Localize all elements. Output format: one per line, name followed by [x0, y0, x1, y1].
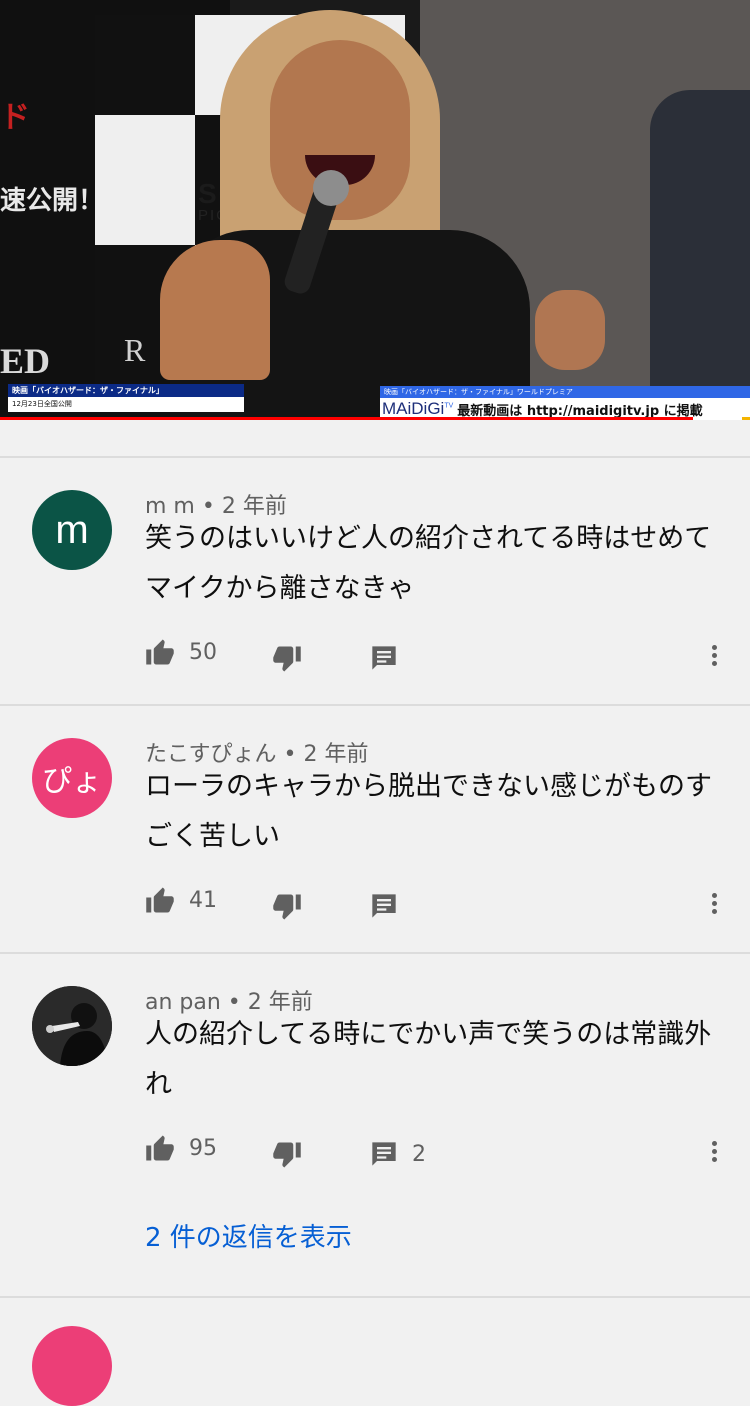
backdrop-logo-fragment: R [124, 332, 146, 368]
caption-left-title: 映画「バイオハザード：ザ・ファイナル」 [8, 384, 244, 397]
comment-text: 笑うのはいいけど人の紹介されてる時はせめてマイクから離さなきゃ [145, 523, 712, 604]
reply-button[interactable]: 2 [370, 1140, 426, 1168]
divider [0, 1296, 750, 1298]
microphone-head [313, 170, 349, 206]
maidigi-logo: MAiDiGiTV [382, 399, 454, 418]
show-replies-link[interactable]: 2 件の返信を表示 [145, 1217, 352, 1254]
divider [0, 456, 750, 458]
avatar[interactable] [32, 986, 112, 1066]
comment-icon [372, 1142, 396, 1166]
like-button[interactable]: 50 [145, 638, 217, 666]
caption-right-title: 映画「バイオハザード：ザ・ファイナル」ワールドプレミア [380, 386, 750, 398]
reply-count: 2 [412, 1141, 426, 1167]
like-button[interactable]: 95 [145, 1134, 217, 1162]
thumbs-up-icon [146, 887, 174, 913]
avatar[interactable]: ぴょ [32, 738, 112, 818]
avatar[interactable]: m [32, 490, 112, 570]
avatar-photo [32, 986, 112, 1066]
dislike-button[interactable] [272, 645, 302, 673]
video-player[interactable]: ド 速公開！ ED R SO PICT 映画「バイオハザード：ザ・ファイナル」 … [0, 0, 750, 420]
video-progress-marker [742, 417, 750, 420]
divider [0, 952, 750, 954]
avatar[interactable] [32, 1326, 112, 1406]
like-count: 95 [189, 1135, 217, 1161]
poster-title-fragment: ド [0, 101, 30, 134]
person-hand [535, 290, 605, 370]
thumbs-down-icon [273, 894, 301, 920]
thumbs-down-icon [273, 646, 301, 672]
video-progress-bar[interactable] [0, 417, 693, 420]
more-vert-icon[interactable] [704, 635, 724, 675]
comment-icon [372, 646, 396, 670]
comment-text: 人の紹介してる時にでかい声で笑うのは常識外れ [145, 1019, 712, 1100]
more-vert-icon[interactable] [704, 883, 724, 923]
thumbs-up-icon [146, 1135, 174, 1161]
more-vert-icon[interactable] [704, 1131, 724, 1171]
reply-button[interactable] [370, 644, 398, 672]
thumbs-up-icon [146, 639, 174, 665]
like-button[interactable]: 41 [145, 886, 217, 914]
caption-left-date: 12月23日全国公開 [12, 400, 72, 408]
reply-button[interactable] [370, 892, 398, 920]
poster-release-text: 速公開！ [0, 186, 105, 216]
poster-logo-fragment: ED [0, 341, 51, 381]
dislike-button[interactable] [272, 893, 302, 921]
divider [0, 704, 750, 706]
video-caption-right: 映画「バイオハザード：ザ・ファイナル」ワールドプレミア MAiDiGiTV 最新… [380, 386, 750, 420]
caption-right-message: 最新動画は http://maidigitv.jp に掲載 [457, 403, 703, 419]
video-caption-left: 映画「バイオハザード：ザ・ファイナル」 12月23日全国公開 [8, 384, 244, 412]
thumbs-down-icon [273, 1142, 301, 1168]
comment-icon [372, 894, 396, 918]
comment-text: ローラのキャラから脱出できない感じがものすごく苦しい [145, 771, 712, 852]
person-suit [650, 90, 750, 420]
like-count: 50 [189, 639, 217, 665]
like-count: 41 [189, 887, 217, 913]
dislike-button[interactable] [272, 1141, 302, 1169]
person-shoulder [160, 240, 270, 380]
